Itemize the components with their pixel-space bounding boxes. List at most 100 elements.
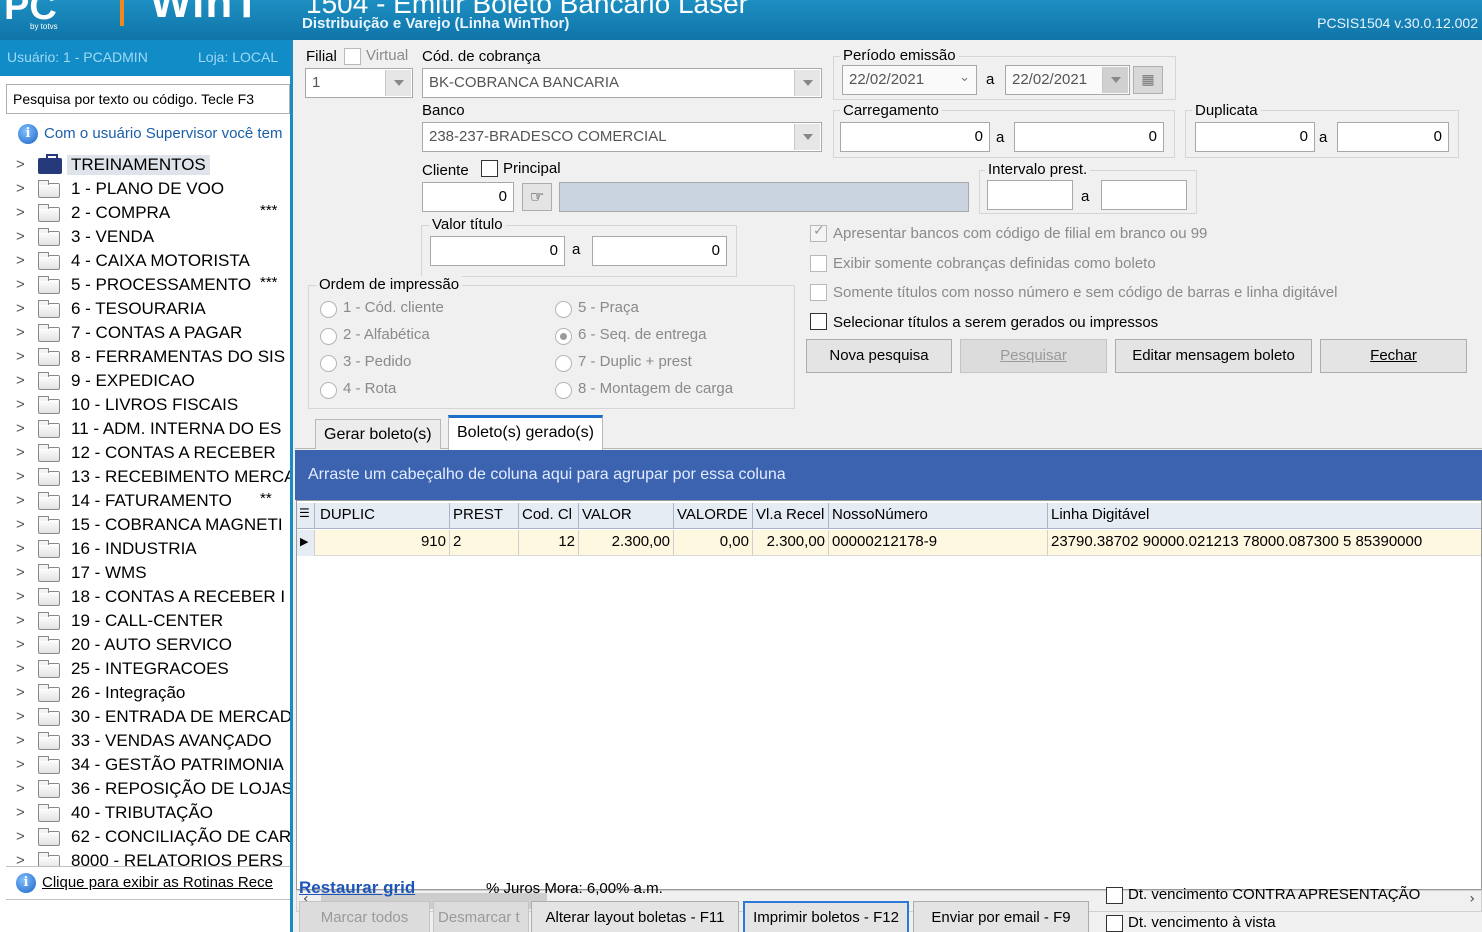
cobranca-select[interactable]: BK-COBRANCA BANCARIA — [422, 68, 822, 98]
carregamento-de-input[interactable]: 0 — [840, 122, 990, 152]
column-header[interactable]: DUPLIC — [317, 503, 450, 529]
chevron-right-icon[interactable]: > — [16, 588, 25, 605]
client-lookup-button[interactable]: ☞ — [522, 183, 552, 211]
tree-item[interactable]: >26 - Integração — [14, 682, 290, 706]
duplicata-ate-input[interactable]: 0 — [1337, 122, 1449, 152]
chevron-right-icon[interactable]: > — [16, 180, 25, 197]
cliente-code-input[interactable]: 0 — [422, 182, 514, 212]
boletos-grid[interactable]: ☰ DUPLIC PREST Cod. Cl VALOR VALORDE Vl.a Rec… — [296, 500, 1482, 890]
ordem-radio[interactable] — [320, 301, 337, 318]
chevron-down-icon[interactable] — [385, 70, 411, 96]
chevron-down-icon[interactable] — [794, 124, 820, 150]
column-header[interactable]: Vl.a Recel — [753, 503, 829, 529]
desmarcar-todos-button[interactable]: Desmarcar t — [433, 901, 529, 932]
virtual-checkbox[interactable] — [344, 48, 361, 65]
valor-ate-input[interactable]: 0 — [592, 236, 727, 266]
table-cell[interactable]: 2.300,00 — [579, 530, 674, 556]
tree-item[interactable]: >1 - PLANO DE VOO — [14, 178, 290, 202]
tree-item[interactable]: >9 - EXPEDICAO — [14, 370, 290, 394]
tree-item[interactable]: >10 - LIVROS FISCAIS — [14, 394, 290, 418]
chevron-right-icon[interactable]: > — [16, 444, 25, 461]
chevron-right-icon[interactable]: > — [16, 228, 25, 245]
enviar-email-button[interactable]: Enviar por email - F9 — [913, 901, 1089, 932]
chevron-right-icon[interactable]: > — [16, 348, 25, 365]
restaurar-grid-link[interactable]: Restaurar grid — [299, 878, 415, 898]
ordem-radio[interactable] — [555, 355, 572, 372]
valor-de-input[interactable]: 0 — [430, 236, 565, 266]
table-cell[interactable]: 12 — [519, 530, 579, 556]
periodo-ate-input[interactable]: 22/02/2021 — [1005, 65, 1130, 95]
tree-item[interactable]: >2 - COMPRA *** — [14, 202, 290, 226]
tree-item[interactable]: >17 - WMS — [14, 562, 290, 586]
chevron-right-icon[interactable]: > — [16, 612, 25, 629]
supervisor-info[interactable]: i Com o usuário Supervisor você tem — [18, 124, 282, 146]
banco-select[interactable]: 238-237-BRADESCO COMERCIAL — [422, 122, 822, 152]
dt-vista-checkbox[interactable] — [1106, 915, 1123, 932]
intervalo-de-input[interactable] — [987, 180, 1073, 210]
table-row[interactable]: ▶ 910 2 12 2.300,00 0,00 2.300,00 00000212178-… — [297, 530, 1481, 556]
chevron-right-icon[interactable]: > — [16, 372, 25, 389]
tree-item[interactable]: >36 - REPOSIÇÃO DE LOJAS — [14, 778, 290, 802]
column-header[interactable]: VALOR — [579, 503, 674, 529]
chevron-right-icon[interactable]: > — [16, 708, 25, 725]
chevron-right-icon[interactable]: > — [16, 204, 25, 221]
ordem-radio[interactable] — [320, 382, 337, 399]
apresentar-bancos-checkbox[interactable]: ✓ — [810, 223, 827, 242]
column-header[interactable]: Cod. Cl — [519, 503, 579, 529]
intervalo-ate-input[interactable] — [1101, 180, 1187, 210]
table-cell[interactable]: 0,00 — [674, 530, 753, 556]
column-header[interactable]: Linha Digitável — [1048, 503, 1481, 529]
grid-menu-icon[interactable]: ☰ — [297, 503, 315, 529]
chevron-down-icon[interactable] — [1102, 67, 1128, 93]
scroll-right-icon[interactable]: › — [1469, 891, 1475, 907]
tree-item[interactable]: >3 - VENDA — [14, 226, 290, 250]
chevron-right-icon[interactable]: > — [16, 540, 25, 557]
tree-item[interactable]: >20 - AUTO SERVICO — [14, 634, 290, 658]
chevron-right-icon[interactable]: > — [16, 756, 25, 773]
chevron-right-icon[interactable]: > — [16, 564, 25, 581]
chevron-right-icon[interactable]: > — [16, 492, 25, 509]
tree-item[interactable]: >25 - INTEGRACOES — [14, 658, 290, 682]
table-cell[interactable]: 23790.38702 90000.021213 78000.087300 5 … — [1048, 530, 1481, 556]
chevron-right-icon[interactable]: > — [16, 396, 25, 413]
tree-item[interactable]: >16 - INDUSTRIA — [14, 538, 290, 562]
chevron-right-icon[interactable]: > — [16, 468, 25, 485]
chevron-right-icon[interactable]: > — [16, 324, 25, 341]
somente-titulos-checkbox[interactable] — [810, 284, 827, 301]
chevron-right-icon[interactable]: > — [16, 828, 25, 845]
chevron-right-icon[interactable]: > — [16, 636, 25, 653]
tree-item[interactable]: >14 - FATURAMENTO ** — [14, 490, 290, 514]
tree-item[interactable]: >6 - TESOURARIA — [14, 298, 290, 322]
chevron-down-icon[interactable]: ⌄ — [959, 69, 970, 85]
tree-item[interactable]: >15 - COBRANCA MAGNETI — [14, 514, 290, 538]
show-received-routines-link[interactable]: i Clique para exibir as Rotinas Rece — [6, 866, 290, 900]
tab-gerar-boletos[interactable]: Gerar boleto(s) — [315, 419, 441, 449]
table-cell[interactable]: 2.300,00 — [753, 530, 829, 556]
tree-item[interactable]: >19 - CALL-CENTER — [14, 610, 290, 634]
chevron-right-icon[interactable]: > — [16, 684, 25, 701]
column-header[interactable]: PREST — [450, 503, 519, 529]
marcar-todos-button[interactable]: Marcar todos — [299, 901, 430, 932]
table-cell[interactable]: 910 — [317, 530, 450, 556]
chevron-down-icon[interactable] — [794, 70, 820, 96]
tree-item[interactable]: >12 - CONTAS A RECEBER — [14, 442, 290, 466]
dt-contra-apresentacao-checkbox[interactable] — [1106, 887, 1123, 904]
tree-item[interactable]: >7 - CONTAS A PAGAR — [14, 322, 290, 346]
tree-item-treinamentos[interactable]: > TREINAMENTOS — [14, 154, 290, 178]
tree-item[interactable]: >30 - ENTRADA DE MERCAD — [14, 706, 290, 730]
ordem-radio[interactable] — [555, 328, 572, 345]
chevron-right-icon[interactable]: > — [16, 516, 25, 533]
routine-search-input[interactable]: Pesquisa por texto ou código. Tecle F3 — [6, 84, 290, 114]
tree-item[interactable]: >34 - GESTÃO PATRIMONIA — [14, 754, 290, 778]
table-cell[interactable]: 2 — [450, 530, 519, 556]
table-cell[interactable]: 00000212178-9 — [829, 530, 1048, 556]
periodo-de-input[interactable]: 22/02/2021 ⌄ — [842, 65, 977, 95]
principal-checkbox[interactable] — [481, 160, 498, 177]
column-header[interactable]: VALORDE — [674, 503, 753, 529]
fechar-button[interactable]: Fechar — [1320, 339, 1467, 373]
filial-select[interactable]: 1 — [305, 68, 413, 98]
column-header[interactable]: NossoNúmero — [829, 503, 1048, 529]
chevron-right-icon[interactable]: > — [16, 780, 25, 797]
editar-mensagem-button[interactable]: Editar mensagem boleto — [1115, 339, 1312, 373]
exibir-somente-checkbox[interactable] — [810, 255, 827, 272]
